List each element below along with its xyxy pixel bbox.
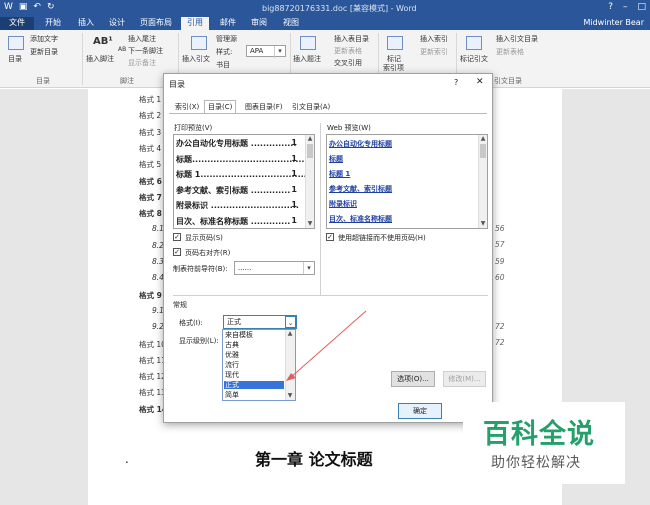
watermark-title: 百科全说 — [483, 419, 595, 450]
watermark-subtitle: 助你轻松解决 — [491, 455, 581, 471]
watermark: 百科全说 助你轻松解决 — [463, 402, 625, 484]
annotation-arrow — [289, 310, 367, 379]
